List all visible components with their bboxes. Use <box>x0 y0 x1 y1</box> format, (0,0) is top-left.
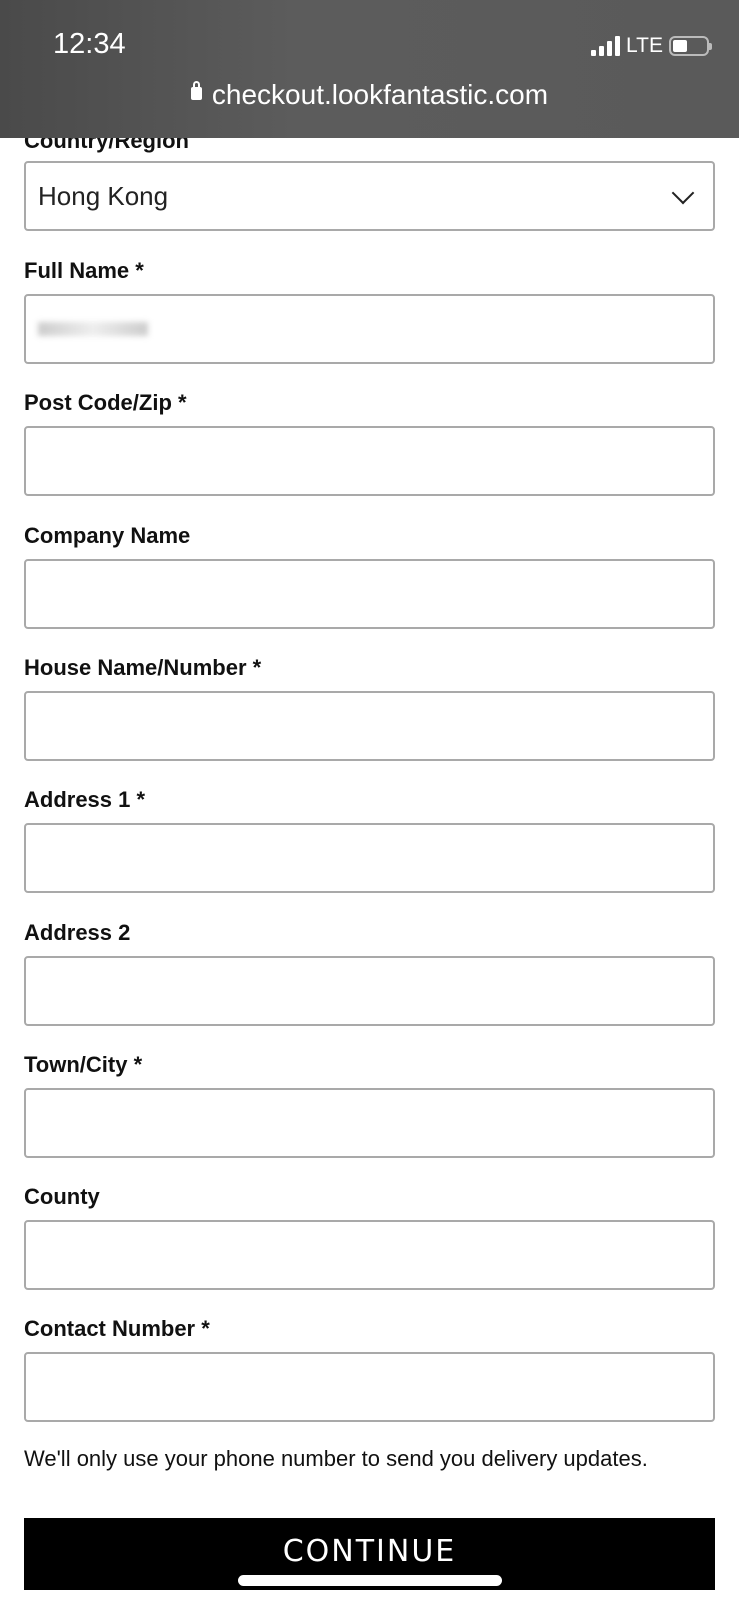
home-indicator <box>238 1575 502 1586</box>
battery-icon <box>669 36 712 56</box>
text-input[interactable] <box>24 1352 715 1423</box>
network-type: LTE <box>626 34 663 57</box>
country-select[interactable]: Hong Kong <box>24 161 715 231</box>
text-input[interactable] <box>24 426 715 497</box>
text-input[interactable] <box>24 1220 715 1291</box>
field-label: County <box>24 1184 100 1210</box>
field-label: Address 1 * <box>24 787 146 813</box>
redacted-value <box>38 322 148 336</box>
field-label: House Name/Number * <box>24 654 262 680</box>
text-input[interactable] <box>24 823 715 894</box>
field-label: Full Name * <box>24 258 144 283</box>
country-value: Hong Kong <box>38 180 169 211</box>
chevron-down-icon <box>671 181 695 205</box>
field-label: Address 2 <box>24 919 131 945</box>
status-icons: LTE <box>591 34 712 58</box>
signal-icon <box>591 36 621 56</box>
browser-header: 12:34 LTE checkout.lookfantastic.com <box>0 0 739 138</box>
text-input[interactable] <box>24 294 715 364</box>
field-label: Company Name <box>24 522 191 548</box>
url-text: checkout.lookfantastic.com <box>211 79 549 110</box>
lock-icon <box>190 81 202 101</box>
field-label: Post Code/Zip * <box>24 390 187 416</box>
field-label: Contact Number * <box>24 1316 210 1342</box>
phone-note: We'll only use your phone number to send… <box>24 1446 648 1471</box>
status-time: 12:34 <box>53 28 126 60</box>
text-input[interactable] <box>24 558 715 629</box>
url-bar[interactable]: checkout.lookfantastic.com <box>0 79 739 111</box>
text-input[interactable] <box>24 690 715 761</box>
text-input[interactable] <box>24 955 715 1026</box>
field-label: Town/City * <box>24 1051 143 1077</box>
text-input[interactable] <box>24 1087 715 1158</box>
